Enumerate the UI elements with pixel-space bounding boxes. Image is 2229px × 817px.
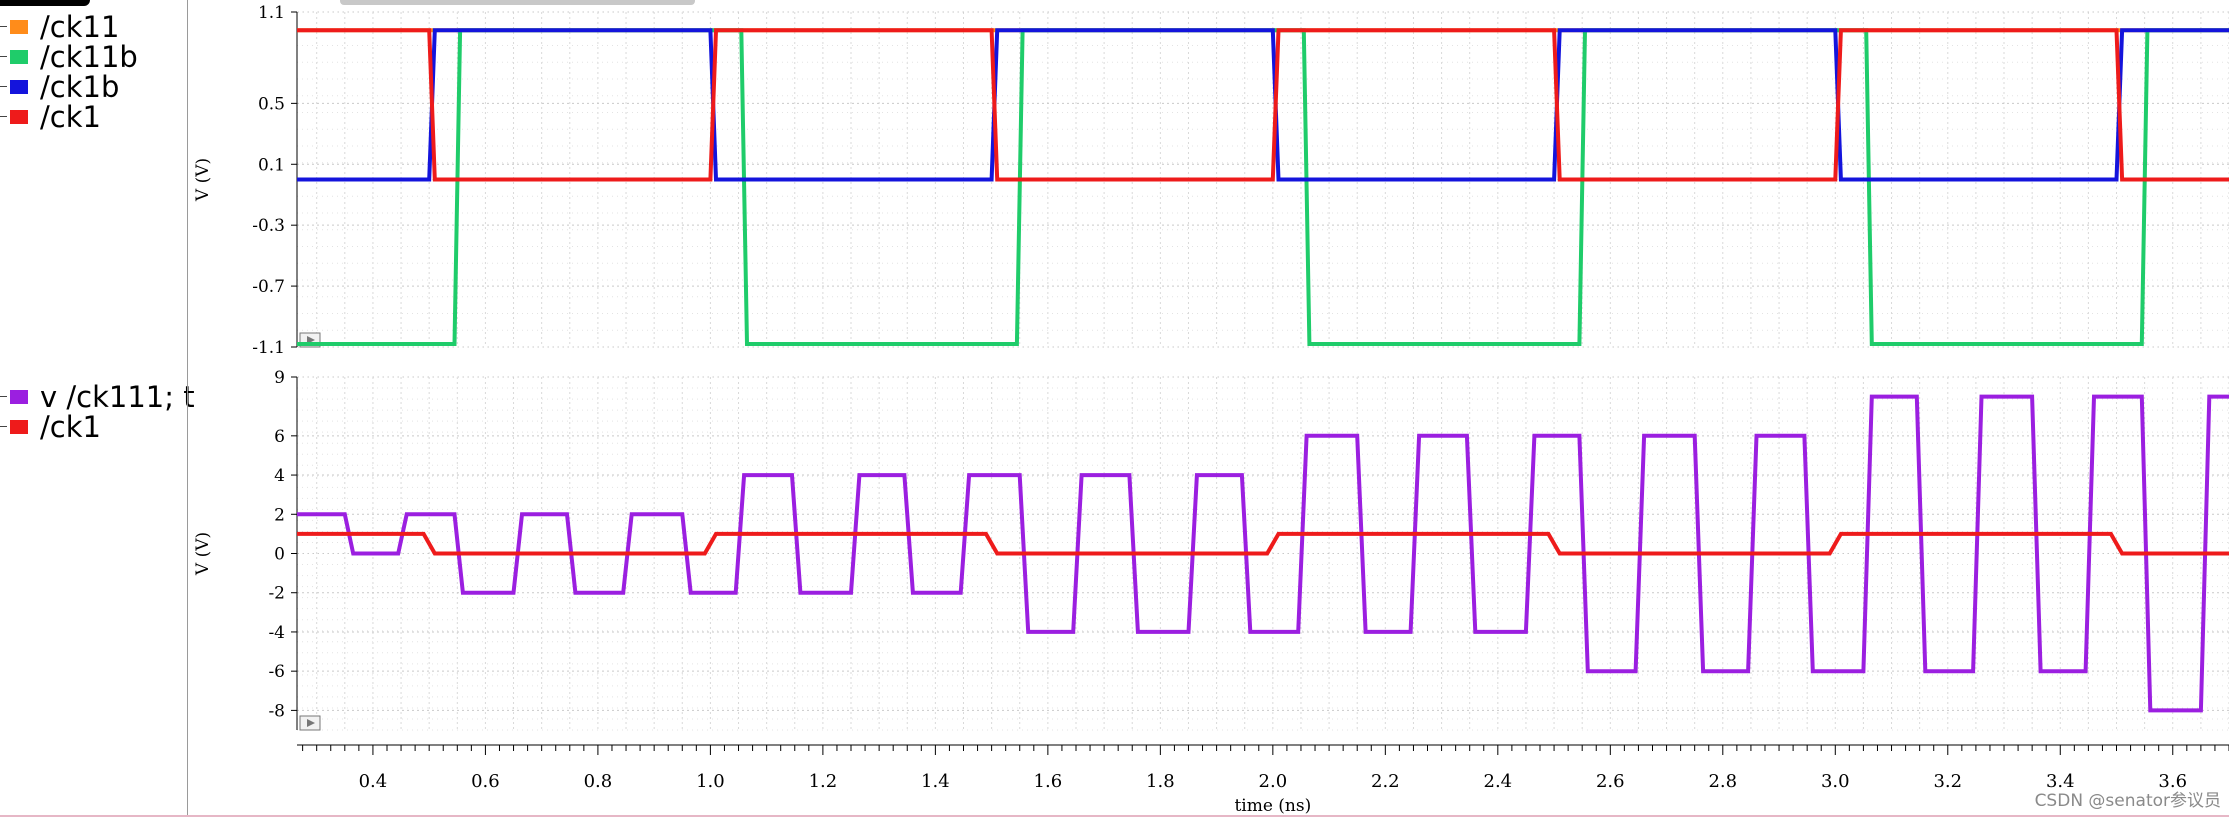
x-tick-label: 2.6	[1596, 771, 1625, 792]
y-tick-label: -6	[268, 662, 285, 682]
x-tick-label: 0.4	[359, 771, 388, 792]
y-tick-label: 0.1	[258, 155, 285, 175]
x-tick-label: 2.2	[1371, 771, 1400, 792]
y-tick-label: -2	[268, 584, 285, 604]
x-tick-label: 1.6	[1034, 771, 1063, 792]
y-tick-label: -4	[268, 623, 285, 643]
y-tick-label: 9	[274, 368, 285, 388]
series-line-ck1	[297, 28, 2229, 182]
series-line-ck1b	[297, 28, 2229, 182]
series-line-ck1	[297, 531, 2229, 556]
x-tick-label: 1.8	[1146, 771, 1175, 792]
y-axis-label: V (V)	[193, 158, 213, 202]
y-tick-label: 2	[274, 505, 285, 525]
y-tick-label: -0.3	[252, 216, 285, 236]
y-tick-label: -1.1	[252, 338, 285, 358]
y-tick-label: 0	[274, 545, 285, 565]
y-tick-label: -0.7	[252, 277, 285, 297]
y-tick-label: 6	[274, 427, 285, 447]
y-tick-label: 4	[274, 466, 285, 486]
x-tick-label: 3.2	[1933, 771, 1962, 792]
y-axis-label: V (V)	[193, 532, 213, 576]
y-tick-label: 1.1	[258, 3, 285, 23]
x-tick-label: 2.0	[1259, 771, 1288, 792]
x-tick-label: 1.2	[809, 771, 838, 792]
y-tick-label: 0.5	[258, 94, 285, 114]
x-tick-label: 0.8	[584, 771, 613, 792]
y-tick-label: -8	[268, 701, 285, 721]
x-tick-label: 3.0	[1821, 771, 1850, 792]
x-axis-label: time (ns)	[1234, 796, 1311, 816]
waveform-chart: 1.1 0.5 0.1 -0.3 -0.7 -1.1 V (V) 9 6 4 2 0 -2 -4 -6 -8 V…	[193, 3, 2229, 816]
x-tick-label: 2.4	[1484, 771, 1513, 792]
x-tick-label: 1.4	[921, 771, 950, 792]
x-tick-label: 0.6	[471, 771, 500, 792]
x-tick-label: 1.0	[696, 771, 725, 792]
watermark: CSDN @senator参议员	[2034, 791, 2221, 811]
x-tick-label: 2.8	[1708, 771, 1737, 792]
